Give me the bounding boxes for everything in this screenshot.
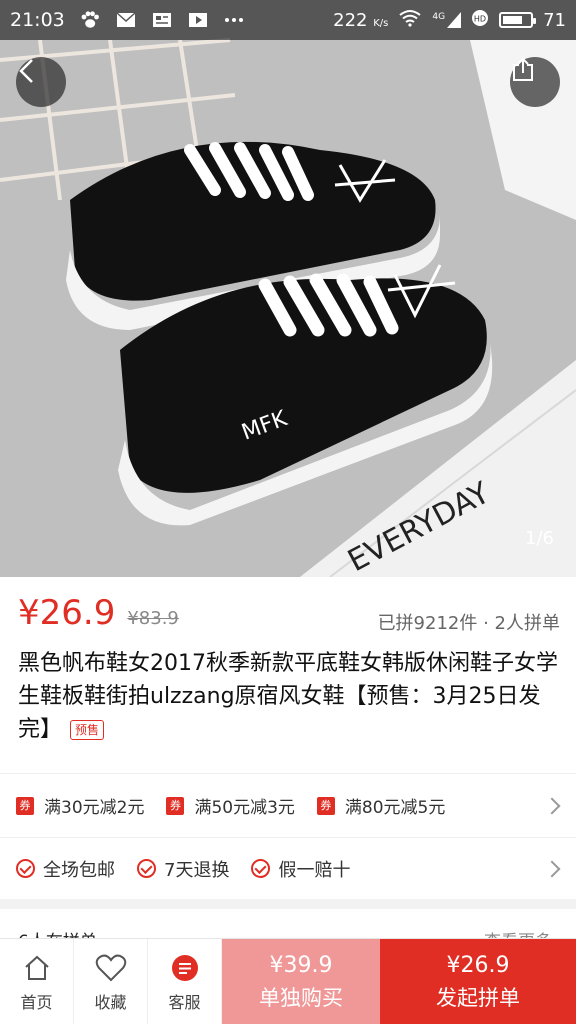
battery-icon bbox=[499, 12, 537, 28]
image-pager: 1/6 bbox=[525, 528, 554, 549]
wifi-icon bbox=[398, 9, 422, 32]
bottom-action-bar: 首页 收藏 客服 ¥39.9 单独购买 ¥26.9 发起拼单 bbox=[0, 938, 576, 1024]
coupon-icon: 券 bbox=[16, 796, 34, 815]
more-dots-icon bbox=[223, 11, 245, 29]
chevron-right-icon bbox=[543, 860, 561, 877]
check-circle-icon bbox=[137, 859, 156, 878]
coupon-row[interactable]: 券 满30元减2元 券 满50元减3元 券 满80元减5元 bbox=[0, 773, 576, 837]
service-item: 7天退换 bbox=[137, 856, 229, 882]
clock: 21:03 bbox=[10, 9, 65, 31]
coupon-item[interactable]: 券 满30元减2元 bbox=[16, 793, 144, 818]
group-price: ¥26.9 bbox=[18, 593, 116, 633]
buy-alone-button[interactable]: ¥39.9 单独购买 bbox=[222, 939, 380, 1024]
heart-icon bbox=[94, 951, 128, 985]
nav-customer-service[interactable]: 客服 bbox=[148, 939, 222, 1024]
start-group-buy-button[interactable]: ¥26.9 发起拼单 bbox=[380, 939, 576, 1024]
chat-icon bbox=[168, 951, 202, 985]
home-icon bbox=[20, 951, 54, 985]
share-icon bbox=[513, 57, 533, 81]
share-button[interactable] bbox=[510, 57, 560, 107]
check-circle-icon bbox=[251, 859, 271, 878]
status-right: 222 K/s 4G HD 71 bbox=[333, 9, 566, 32]
service-item: 全场包邮 bbox=[16, 856, 115, 882]
product-photo: EVERYDAY MFK bbox=[0, 0, 576, 577]
paw-icon bbox=[79, 11, 101, 29]
nav-favorite[interactable]: 收藏 bbox=[74, 939, 148, 1024]
coupon-icon: 券 bbox=[316, 796, 335, 815]
coupon-item[interactable]: 券 满50元减3元 bbox=[166, 793, 295, 818]
service-item: 假一赔十 bbox=[251, 856, 350, 882]
product-image-carousel[interactable]: EVERYDAY MFK 1/6 bbox=[0, 0, 576, 577]
nav-home[interactable]: 首页 bbox=[0, 939, 74, 1024]
hd-icon: HD bbox=[471, 9, 489, 32]
presale-badge: 预售 bbox=[70, 720, 105, 740]
original-price: ¥83.9 bbox=[127, 608, 179, 629]
chevron-right-icon bbox=[543, 797, 561, 814]
price-row: ¥26.9 ¥83.9 bbox=[18, 593, 179, 633]
play-icon bbox=[187, 11, 209, 29]
check-circle-icon bbox=[16, 859, 35, 878]
news-icon bbox=[151, 11, 173, 29]
status-bar: 21:03 222 K/s 4G HD 71 bbox=[0, 0, 576, 40]
mail-icon bbox=[115, 11, 137, 29]
coupon-icon: 券 bbox=[166, 796, 185, 815]
service-guarantees-row[interactable]: 全场包邮 7天退换 假一赔十 bbox=[0, 837, 576, 899]
signal-icon: 4G bbox=[432, 12, 462, 28]
battery-level: 71 bbox=[543, 9, 566, 31]
coupon-item[interactable]: 券 满80元减5元 bbox=[316, 793, 445, 818]
sold-count: 已拼9212件 · 2人拼单 bbox=[377, 613, 560, 634]
product-info: ¥26.9 ¥83.9 已拼9212件 · 2人拼单 黑色帆布鞋女2017秋季新… bbox=[0, 577, 576, 773]
product-title: 黑色帆布鞋女2017秋季新款平底鞋女韩版休闲鞋子女学生鞋板鞋街拍ulzzang原… bbox=[18, 651, 558, 742]
product-detail-page: EVERYDAY MFK 1/6 21:03 222 K/s 4G HD 71 … bbox=[0, 0, 576, 1024]
chevron-left-icon bbox=[19, 59, 33, 83]
net-speed: 222 K/s bbox=[333, 9, 389, 31]
svg-text:HD: HD bbox=[474, 14, 486, 23]
back-button[interactable] bbox=[16, 57, 66, 107]
